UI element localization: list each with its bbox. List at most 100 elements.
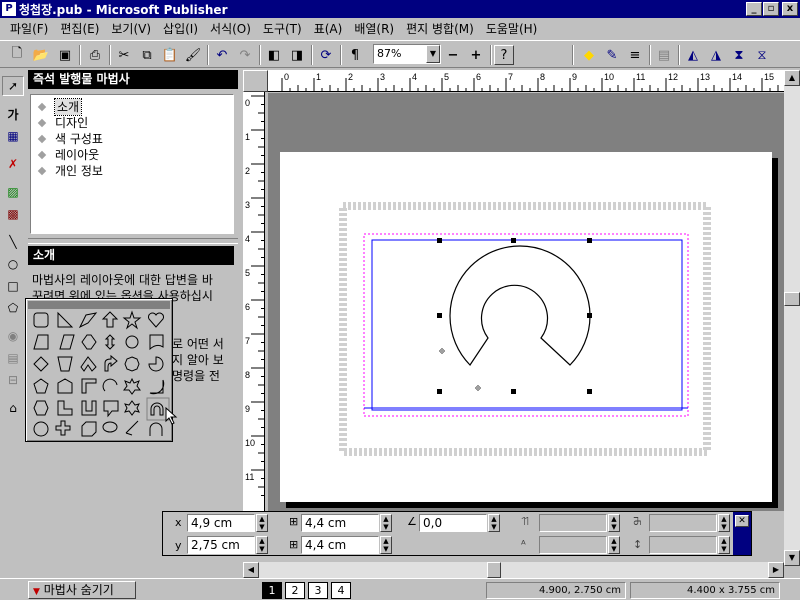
zoom-select[interactable]: 87% ▼ bbox=[373, 44, 441, 64]
clip-gallery-icon[interactable]: ▩ bbox=[2, 204, 24, 224]
scaling-spin-icon[interactable]: ▲ ▼ bbox=[608, 536, 620, 554]
new-icon[interactable]: 🗋 bbox=[6, 44, 28, 66]
horizontal-ruler[interactable]: 0 1 2 3 4 5 6 7 8 9 10 11 12 13 14 15 bbox=[268, 70, 784, 92]
open-icon[interactable]: 📂 bbox=[30, 44, 52, 66]
publication-page[interactable] bbox=[280, 152, 772, 502]
wizard-step-design[interactable]: 디자인 bbox=[31, 115, 233, 131]
format-painter-icon[interactable]: 🖌 bbox=[182, 44, 204, 66]
design-object-icon[interactable]: ⌂ bbox=[2, 398, 24, 418]
x-position-input[interactable]: 4,9 cm bbox=[187, 514, 255, 532]
page-4-button[interactable]: 4 bbox=[331, 582, 351, 599]
menu-tools[interactable]: 도구(T) bbox=[257, 20, 308, 38]
close-icon[interactable]: ✕ bbox=[735, 515, 749, 527]
wordart-icon[interactable]: ✗ bbox=[2, 154, 24, 174]
scroll-thumb-vertical[interactable] bbox=[784, 292, 800, 306]
rotate-left-icon[interactable]: ◭ bbox=[682, 44, 704, 66]
line-spacing-input[interactable] bbox=[649, 536, 717, 554]
menu-view[interactable]: 보기(V) bbox=[105, 20, 157, 38]
height-input[interactable]: 4,4 cm bbox=[301, 536, 379, 554]
maximize-button[interactable]: ▫ bbox=[763, 2, 779, 16]
cut-icon[interactable]: ✂ bbox=[113, 44, 135, 66]
y-position-input[interactable]: 2,75 cm bbox=[187, 536, 255, 554]
table-frame-icon[interactable]: ▦ bbox=[2, 126, 24, 146]
hide-wizard-button[interactable]: ▼ 마법사 숨기기 bbox=[28, 581, 136, 599]
print-icon[interactable]: ⎙ bbox=[84, 44, 106, 66]
tracking-spin-icon[interactable]: ▲ ▼ bbox=[608, 514, 620, 532]
menu-help[interactable]: 도움말(H) bbox=[480, 20, 544, 38]
width-spin-icon[interactable]: ▲ ▼ bbox=[380, 514, 392, 532]
html-fragment-icon[interactable]: ▤ bbox=[2, 348, 24, 368]
menu-insert[interactable]: 삽입(I) bbox=[157, 20, 204, 38]
bring-to-front-icon[interactable]: ◧ bbox=[263, 44, 285, 66]
publisher-app-icon[interactable]: P bbox=[2, 2, 16, 16]
wizard-step-layout[interactable]: 레이아웃 bbox=[31, 147, 233, 163]
kerning-input[interactable] bbox=[649, 514, 717, 532]
menu-file[interactable]: 파일(F) bbox=[4, 20, 54, 38]
send-to-back-icon[interactable]: ◨ bbox=[286, 44, 308, 66]
flip-horizontal-icon[interactable]: ⧖ bbox=[751, 44, 773, 66]
splitter[interactable] bbox=[28, 238, 238, 244]
shadow-icon[interactable]: ▤ bbox=[653, 44, 675, 66]
wizard-step-personal-info[interactable]: 개인 정보 bbox=[31, 163, 233, 179]
menu-arrange[interactable]: 배열(R) bbox=[348, 20, 400, 38]
page-3-button[interactable]: 3 bbox=[308, 582, 328, 599]
form-control-icon[interactable]: ◉ bbox=[2, 326, 24, 346]
wizard-step-intro[interactable]: 소개 bbox=[31, 98, 233, 116]
picture-frame-icon[interactable]: ▨ bbox=[2, 182, 24, 202]
wizard-step-color-scheme[interactable]: 색 구성표 bbox=[31, 131, 233, 147]
height-spin-icon[interactable]: ▲ ▼ bbox=[380, 536, 392, 554]
copy-icon[interactable]: ⧉ bbox=[136, 44, 158, 66]
scroll-up-icon[interactable]: ▲ bbox=[784, 70, 800, 86]
menu-format[interactable]: 서식(O) bbox=[204, 20, 257, 38]
vertical-ruler[interactable]: 0 1 2 3 4 5 6 7 8 9 10 11 bbox=[243, 92, 265, 512]
page-2-button[interactable]: 2 bbox=[285, 582, 305, 599]
flip-vertical-icon[interactable]: ⧗ bbox=[728, 44, 750, 66]
scroll-thumb-horizontal[interactable] bbox=[487, 562, 501, 578]
line-tool-icon[interactable]: ╲ bbox=[2, 232, 24, 252]
line-color-icon[interactable]: ✎ bbox=[601, 44, 623, 66]
scroll-down-icon[interactable]: ▼ bbox=[784, 550, 800, 566]
design-gallery-icon[interactable]: ⊟ bbox=[2, 370, 24, 390]
undo-icon[interactable]: ↶ bbox=[211, 44, 233, 66]
tracking-input[interactable] bbox=[539, 514, 607, 532]
page-1-button[interactable]: 1 bbox=[262, 582, 282, 599]
minimize-button[interactable]: _ bbox=[746, 2, 762, 16]
rotation-input[interactable]: 0,0 bbox=[419, 514, 487, 532]
menu-table[interactable]: 표(A) bbox=[308, 20, 349, 38]
fill-color-icon[interactable]: ◆ bbox=[578, 44, 600, 66]
redo-icon[interactable]: ↷ bbox=[234, 44, 256, 66]
text-frame-icon[interactable]: 가 bbox=[2, 104, 24, 124]
x-spin-icon[interactable]: ▲ ▼ bbox=[256, 514, 268, 532]
width-input[interactable]: 4,4 cm bbox=[301, 514, 379, 532]
special-characters-icon[interactable]: ¶ bbox=[344, 44, 366, 66]
menu-mail-merge[interactable]: 편지 병합(M) bbox=[400, 20, 480, 38]
menu-edit[interactable]: 편집(E) bbox=[54, 20, 105, 38]
chevron-down-icon[interactable]: ▼ bbox=[426, 45, 440, 63]
scroll-right-icon[interactable]: ▶ bbox=[768, 562, 784, 578]
close-button[interactable]: x bbox=[782, 2, 798, 16]
kerning-spin-icon[interactable]: ▲ ▼ bbox=[718, 514, 730, 532]
zoom-in-button[interactable]: + bbox=[465, 44, 487, 66]
pointer-icon[interactable]: ➚ bbox=[2, 76, 24, 96]
rectangle-tool-icon[interactable]: □ bbox=[2, 276, 24, 296]
help-icon[interactable]: ? bbox=[494, 45, 514, 65]
line-spacing-spin-icon[interactable]: ▲ ▼ bbox=[718, 536, 730, 554]
save-icon[interactable]: ▣ bbox=[54, 44, 76, 66]
line-style-icon[interactable]: ≡ bbox=[624, 44, 646, 66]
y-spin-icon[interactable]: ▲ ▼ bbox=[256, 536, 268, 554]
rotate-icon[interactable]: ⟳ bbox=[315, 44, 337, 66]
paste-icon[interactable]: 📋 bbox=[159, 44, 181, 66]
zoom-out-button[interactable]: − bbox=[442, 44, 464, 66]
custom-shapes-icon[interactable]: ⬠ bbox=[2, 298, 24, 318]
measure-titlebar[interactable]: ✕ bbox=[733, 512, 751, 555]
palette-drag-bar[interactable] bbox=[28, 301, 170, 309]
workspace[interactable] bbox=[268, 93, 784, 511]
rotation-spin-icon[interactable]: ▲ ▼ bbox=[488, 514, 500, 532]
scaling-input[interactable] bbox=[539, 536, 607, 554]
vertical-scrollbar[interactable]: ▲ ▼ bbox=[784, 70, 800, 566]
horizontal-scrollbar[interactable]: ◀ ▶ bbox=[243, 562, 784, 578]
oval-tool-icon[interactable]: ○ bbox=[2, 254, 24, 274]
scroll-left-icon[interactable]: ◀ bbox=[243, 562, 259, 578]
rotate-right-icon[interactable]: ◮ bbox=[705, 44, 727, 66]
ruler-corner[interactable] bbox=[243, 70, 268, 92]
